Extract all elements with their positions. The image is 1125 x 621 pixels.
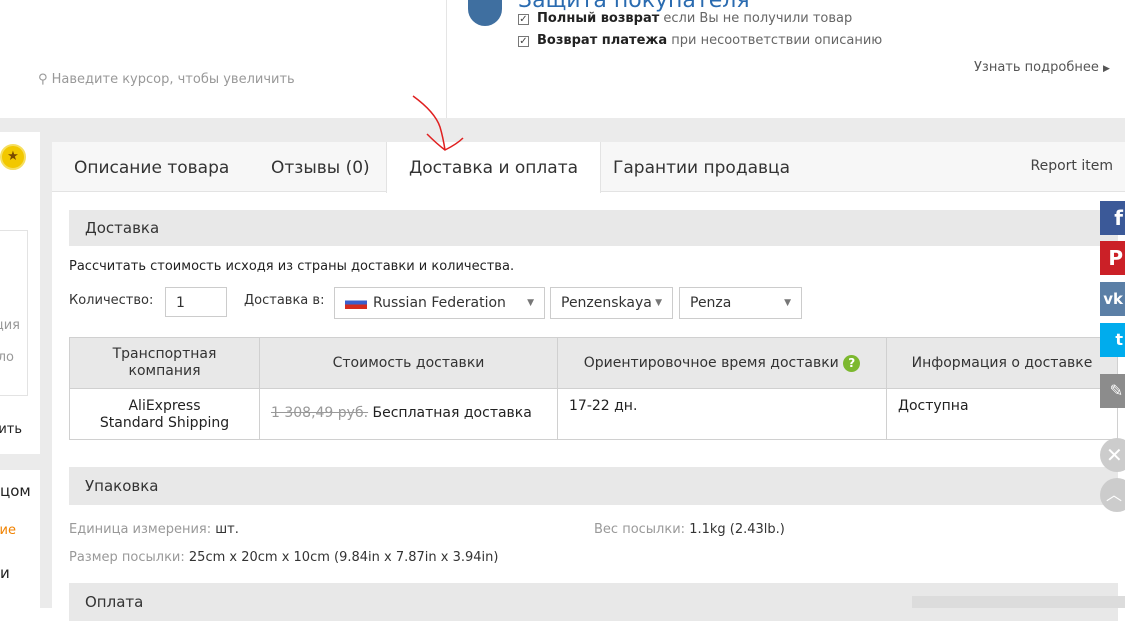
facebook-icon[interactable]: f [1100,201,1125,235]
unit-info: Единица измерения: шт. [69,522,239,537]
left-sidebar: ★ ция ло ить цом ие и [0,132,40,608]
vk-icon[interactable]: vk [1100,282,1125,316]
company-cell: AliExpress Standard Shipping [69,388,260,440]
tab-description[interactable]: Описание товара [52,142,251,192]
table-header: Транспортная компания Стоимость доставки… [69,337,1118,389]
tab-seller-guarantees[interactable]: Гарантии продавца [591,142,812,192]
chevron-down-icon: ▼ [655,298,662,308]
column-header: Ориентировочное время доставки ? [557,337,887,389]
help-icon[interactable]: ? [843,354,861,372]
pinterest-icon[interactable]: P [1100,241,1125,275]
ship-to-label: Доставка в: [244,293,325,308]
twitter-icon[interactable]: t [1100,323,1125,357]
quantity-label: Количество: [69,293,154,308]
zoom-hint: ⚲ Наведите курсор, чтобы увеличить [38,72,295,87]
region-select[interactable]: Penzenskaya ▼ [550,287,673,319]
column-header: Информация о доставке [886,337,1118,389]
time-cell: 17-22 дн. [557,388,887,440]
packaging-section-header: Упаковка [69,467,1118,505]
russia-flag-icon [345,296,367,309]
sidebar-fragment: ло [0,350,14,365]
caret-right-icon: ▶ [1102,64,1110,74]
chevron-down-icon: ▼ [527,298,534,308]
annotation-arrow-icon [412,95,464,151]
column-header: Транспортная компания [69,337,260,389]
shipping-section-header: Доставка [69,210,1118,246]
shipping-table: Транспортная компания Стоимость доставки… [69,337,1118,440]
checkbox-icon: ✓ [518,36,529,47]
cost-cell: 1 308,49 руб. Бесплатная доставка [259,388,558,440]
learn-more-link[interactable]: Узнать подробнее ▶ [974,60,1110,75]
quantity-input[interactable]: 1 [165,287,227,317]
shipping-intro: Рассчитать стоимость исходя из страны до… [69,259,515,274]
table-row: AliExpress Standard Shipping 1 308,49 ру… [69,388,1118,440]
country-select[interactable]: Russian Federation ▼ [334,287,545,319]
seller-box [0,230,28,396]
sidebar-fragment[interactable]: ить [0,422,22,437]
search-icon: ⚲ [38,72,52,87]
footer-bar [912,596,1125,608]
sidebar-fragment: ция [0,318,20,333]
report-item-link[interactable]: Report item [1031,158,1114,174]
gap [0,454,40,470]
medal-icon: ★ [0,144,26,170]
sidebar-fragment: цом [0,482,31,500]
city-select[interactable]: Penza ▼ [679,287,802,319]
sidebar-fragment: и [0,564,10,582]
tab-bar: Описание товара Отзывы (0) Доставка и оп… [52,142,1125,193]
protection-item: ✓ Возврат платежа при несоответствии опис… [518,33,883,48]
protection-item: ✓ Полный возврат если Вы не получили това… [518,11,853,26]
weight-info: Вес посылки: 1.1kg (2.43lb.) [594,522,785,537]
sidebar-fragment[interactable]: ие [0,523,16,538]
edit-icon[interactable]: ✎ [1100,374,1125,408]
checkbox-icon: ✓ [518,14,529,25]
size-info: Размер посылки: 25cm x 20cm x 10cm (9.84… [69,550,499,565]
tab-reviews[interactable]: Отзывы (0) [249,142,392,192]
column-header: Стоимость доставки [259,337,558,389]
chevron-down-icon: ▼ [784,298,791,308]
info-cell: Доступна [886,388,1118,440]
